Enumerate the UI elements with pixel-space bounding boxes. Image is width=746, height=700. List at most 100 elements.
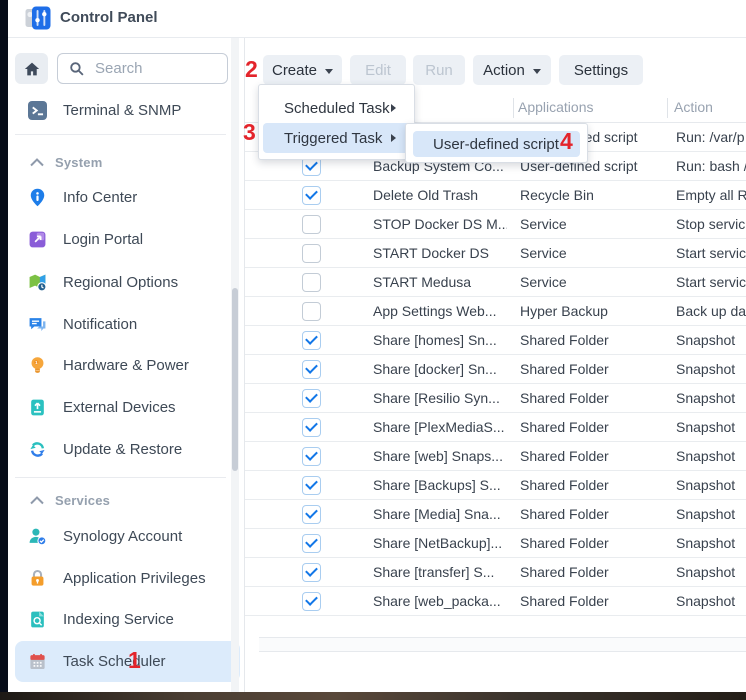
table-row[interactable]: Delete Old Trash Recycle Bin Empty all R <box>245 181 746 210</box>
search-box[interactable] <box>57 53 228 84</box>
sidebar-item-notification[interactable]: Notification <box>8 303 244 345</box>
table-row[interactable]: START Docker DS Service Start servic <box>245 239 746 268</box>
applications-cell: Service <box>520 274 663 290</box>
search-input[interactable] <box>93 59 207 78</box>
sidebar-item-application-privileges[interactable]: Application Privileges <box>8 557 244 599</box>
sidebar-item-terminal-snmp[interactable]: Terminal & SNMP <box>8 91 244 129</box>
sidebar-item-login-portal[interactable]: Login Portal <box>8 218 244 260</box>
applications-cell: Hyper Backup <box>520 303 663 319</box>
sidebar-item-regional-options[interactable]: Regional Options <box>8 261 244 303</box>
sidebar-item-info-center[interactable]: Info Center <box>8 176 244 218</box>
action-cell: Snapshot <box>676 564 746 580</box>
sidebar-divider <box>15 477 226 478</box>
row-checkbox[interactable] <box>302 389 321 408</box>
table-row[interactable]: Share [PlexMediaS... Shared Folder Snaps… <box>245 413 746 442</box>
edit-button[interactable]: Edit <box>350 55 406 85</box>
task-name-cell: Share [Backups] S... <box>373 477 507 493</box>
section-header-services[interactable]: Services <box>8 485 244 515</box>
sidebar-scrollbar-thumb[interactable] <box>232 288 238 471</box>
section-header-system[interactable]: System <box>8 147 244 177</box>
action-cell: Stop servic <box>676 216 746 232</box>
section-label: Services <box>55 493 110 508</box>
action-button[interactable]: Action <box>473 55 551 85</box>
run-button[interactable]: Run <box>413 55 465 85</box>
sidebar-item-label: Notification <box>63 316 137 333</box>
indexing-icon <box>28 610 47 629</box>
menu-item-label: User-defined script <box>433 136 559 153</box>
applications-cell: Service <box>520 216 663 232</box>
row-checkbox[interactable] <box>302 592 321 611</box>
row-checkbox[interactable] <box>302 186 321 205</box>
menu-item-triggered-task[interactable]: Triggered Task <box>263 123 410 153</box>
action-cell: Run: /var/p <box>676 129 746 145</box>
task-name-cell: STOP Docker DS M... <box>373 216 507 232</box>
row-checkbox[interactable] <box>302 302 321 321</box>
table-row[interactable]: Share [web_packa... Shared Folder Snapsh… <box>245 587 746 616</box>
applications-cell: Shared Folder <box>520 477 663 493</box>
caret-down-icon <box>533 69 541 74</box>
action-cell: Empty all R <box>676 187 746 203</box>
column-header-applications[interactable]: Applications <box>518 99 594 115</box>
task-name-cell: App Settings Web... <box>373 303 507 319</box>
sidebar: Terminal & SNMP System Info Center Login… <box>8 38 244 692</box>
table-row[interactable]: STOP Docker DS M... Service Stop servic <box>245 210 746 239</box>
table-row[interactable]: Share [Resilio Syn... Shared Folder Snap… <box>245 384 746 413</box>
column-header-action[interactable]: Action <box>674 99 713 115</box>
row-checkbox[interactable] <box>302 505 321 524</box>
row-checkbox[interactable] <box>302 215 321 234</box>
table-row[interactable]: Share [transfer] S... Shared Folder Snap… <box>245 558 746 587</box>
info-center-icon <box>28 188 47 207</box>
calendar-icon <box>28 652 47 671</box>
create-dropdown-menu: Scheduled Task Triggered Task <box>258 84 415 160</box>
row-checkbox[interactable] <box>302 563 321 582</box>
edit-button-label: Edit <box>365 62 391 79</box>
sidebar-divider <box>15 134 226 135</box>
column-separator[interactable] <box>667 98 668 118</box>
settings-button[interactable]: Settings <box>559 55 643 85</box>
row-checkbox[interactable] <box>302 331 321 350</box>
table-footer-band <box>259 638 746 651</box>
annotation-step-1: 1 <box>128 649 141 672</box>
table-footer-divider <box>259 651 746 652</box>
row-checkbox[interactable] <box>302 476 321 495</box>
row-checkbox[interactable] <box>302 273 321 292</box>
sidebar-item-label: Synology Account <box>63 528 182 545</box>
table-row[interactable]: START Medusa Service Start servic <box>245 268 746 297</box>
action-cell: Snapshot <box>676 506 746 522</box>
annotation-step-3: 3 <box>243 121 256 144</box>
external-device-icon <box>28 398 47 417</box>
applications-cell: Shared Folder <box>520 535 663 551</box>
annotation-step-2: 2 <box>245 58 258 81</box>
row-checkbox[interactable] <box>302 447 321 466</box>
sidebar-item-external-devices[interactable]: External Devices <box>8 386 244 428</box>
table-row[interactable]: Share [homes] Sn... Shared Folder Snapsh… <box>245 326 746 355</box>
home-button[interactable] <box>15 53 48 84</box>
table-row[interactable]: Share [Media] Sna... Shared Folder Snaps… <box>245 500 746 529</box>
row-checkbox[interactable] <box>302 244 321 263</box>
table-row[interactable]: Share [Backups] S... Shared Folder Snaps… <box>245 471 746 500</box>
action-button-label: Action <box>483 62 525 79</box>
create-button[interactable]: Create <box>263 55 342 85</box>
row-checkbox[interactable] <box>302 418 321 437</box>
action-cell: Start servic <box>676 245 746 261</box>
row-checkbox[interactable] <box>302 360 321 379</box>
sidebar-item-synology-account[interactable]: Synology Account <box>8 515 244 557</box>
sidebar-item-label: Login Portal <box>63 231 143 248</box>
menu-item-user-defined-script[interactable]: User-defined script <box>413 131 580 157</box>
sidebar-item-indexing-service[interactable]: Indexing Service <box>8 598 244 640</box>
table-row[interactable]: Share [web] Snaps... Shared Folder Snaps… <box>245 442 746 471</box>
task-name-cell: Share [web_packa... <box>373 593 507 609</box>
row-checkbox[interactable] <box>302 534 321 553</box>
regional-options-icon <box>28 273 47 292</box>
action-cell: Back up da <box>676 303 746 319</box>
column-separator[interactable] <box>513 98 514 118</box>
table-row[interactable]: App Settings Web... Hyper Backup Back up… <box>245 297 746 326</box>
menu-item-scheduled-task[interactable]: Scheduled Task <box>263 93 410 123</box>
table-row[interactable]: Share [docker] Sn... Shared Folder Snaps… <box>245 355 746 384</box>
table-row[interactable]: Share [NetBackup]... Shared Folder Snaps… <box>245 529 746 558</box>
sidebar-item-hardware-power[interactable]: 1 Hardware & Power <box>8 344 244 386</box>
sidebar-item-label: Indexing Service <box>63 611 174 628</box>
control-panel-icon <box>25 5 51 31</box>
sidebar-item-update-restore[interactable]: Update & Restore <box>8 428 244 470</box>
run-button-label: Run <box>425 62 453 79</box>
